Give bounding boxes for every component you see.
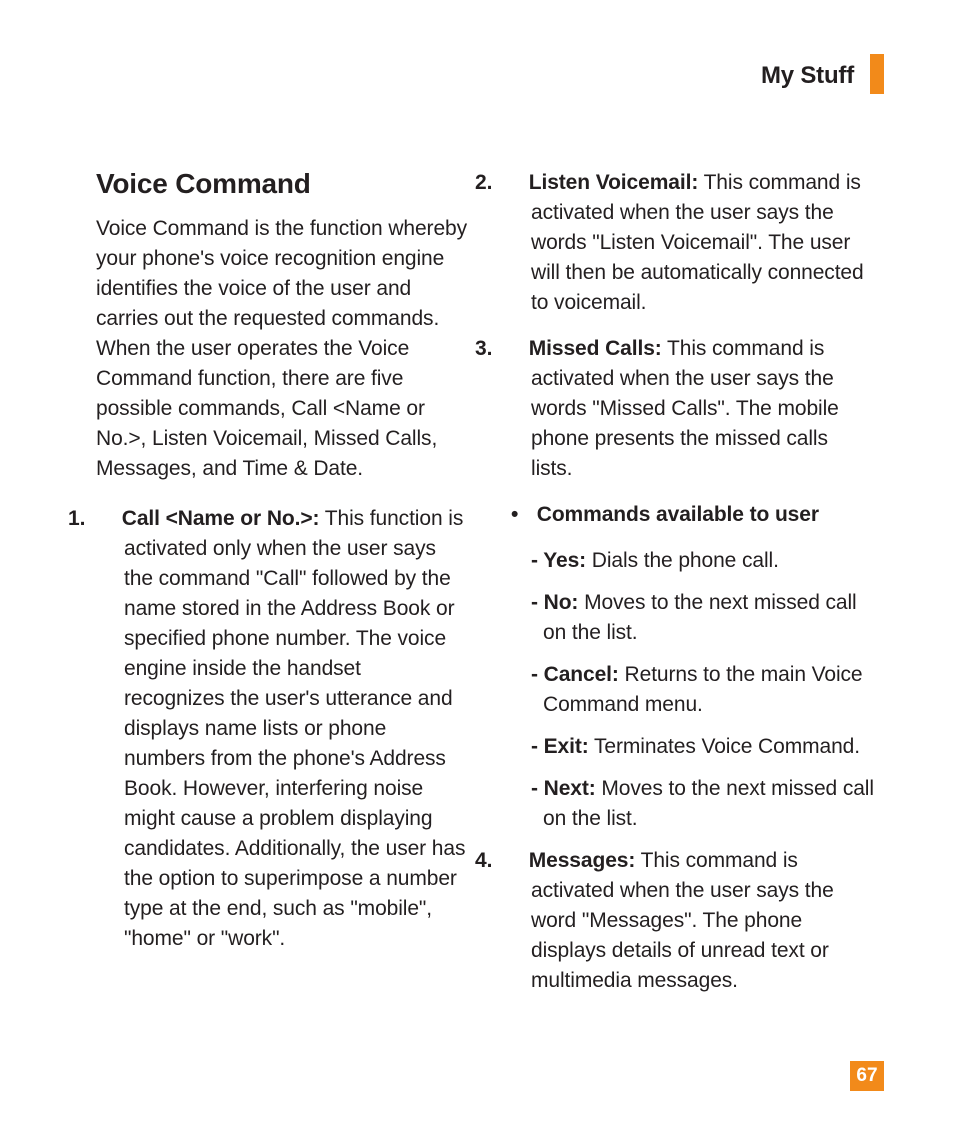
item-number: 3. <box>503 334 523 364</box>
header-accent-bar <box>870 54 884 94</box>
list-item-4: 4. Messages: This command is activated w… <box>503 846 874 996</box>
section-heading: Voice Command <box>96 168 467 200</box>
page: My Stuff Voice Command Voice Command is … <box>0 0 954 1145</box>
intro-paragraph: Voice Command is the function whereby yo… <box>96 214 467 484</box>
item-label: Messages: <box>529 849 636 872</box>
item-label: Missed Calls: <box>529 337 662 360</box>
column-left: Voice Command Voice Command is the funct… <box>96 168 467 1012</box>
sub-body: Moves to the next missed call on the lis… <box>543 591 857 644</box>
list-item-2: 2. Listen Voicemail: This command is act… <box>503 168 874 318</box>
sub-label: Next: <box>544 777 596 800</box>
item-number: 4. <box>503 846 523 876</box>
item-number: 2. <box>503 168 523 198</box>
header: My Stuff <box>96 62 874 92</box>
sub-item-yes: Yes: Dials the phone call. <box>503 546 874 576</box>
sub-item-no: No: Moves to the next missed call on the… <box>503 588 874 648</box>
item-number: 1. <box>96 504 116 534</box>
sub-label: Cancel: <box>544 663 619 686</box>
list-item-3: 3. Missed Calls: This command is activat… <box>503 334 874 484</box>
page-number-badge: 67 <box>850 1061 884 1091</box>
bullet-heading-label: Commands available to user <box>537 503 819 526</box>
item-body: This function is activated only when the… <box>124 507 465 950</box>
sub-item-exit: Exit: Terminates Voice Command. <box>503 732 874 762</box>
content-columns: Voice Command Voice Command is the funct… <box>96 168 874 1012</box>
sub-body: Dials the phone call. <box>586 549 779 572</box>
sub-label: Yes: <box>543 549 586 572</box>
item-label: Listen Voicemail: <box>529 171 698 194</box>
item-label: Call <Name or No.>: <box>122 507 320 530</box>
sub-item-next: Next: Moves to the next missed call on t… <box>503 774 874 834</box>
list-item-1: 1. Call <Name or No.>: This function is … <box>96 504 467 954</box>
sub-label: Exit: <box>544 735 589 758</box>
bullet-heading: Commands available to user <box>503 500 874 530</box>
sub-body: Terminates Voice Command. <box>589 735 860 758</box>
header-section-title: My Stuff <box>761 62 854 90</box>
column-right: 2. Listen Voicemail: This command is act… <box>503 168 874 1012</box>
sub-item-cancel: Cancel: Returns to the main Voice Comman… <box>503 660 874 720</box>
sub-label: No: <box>544 591 579 614</box>
